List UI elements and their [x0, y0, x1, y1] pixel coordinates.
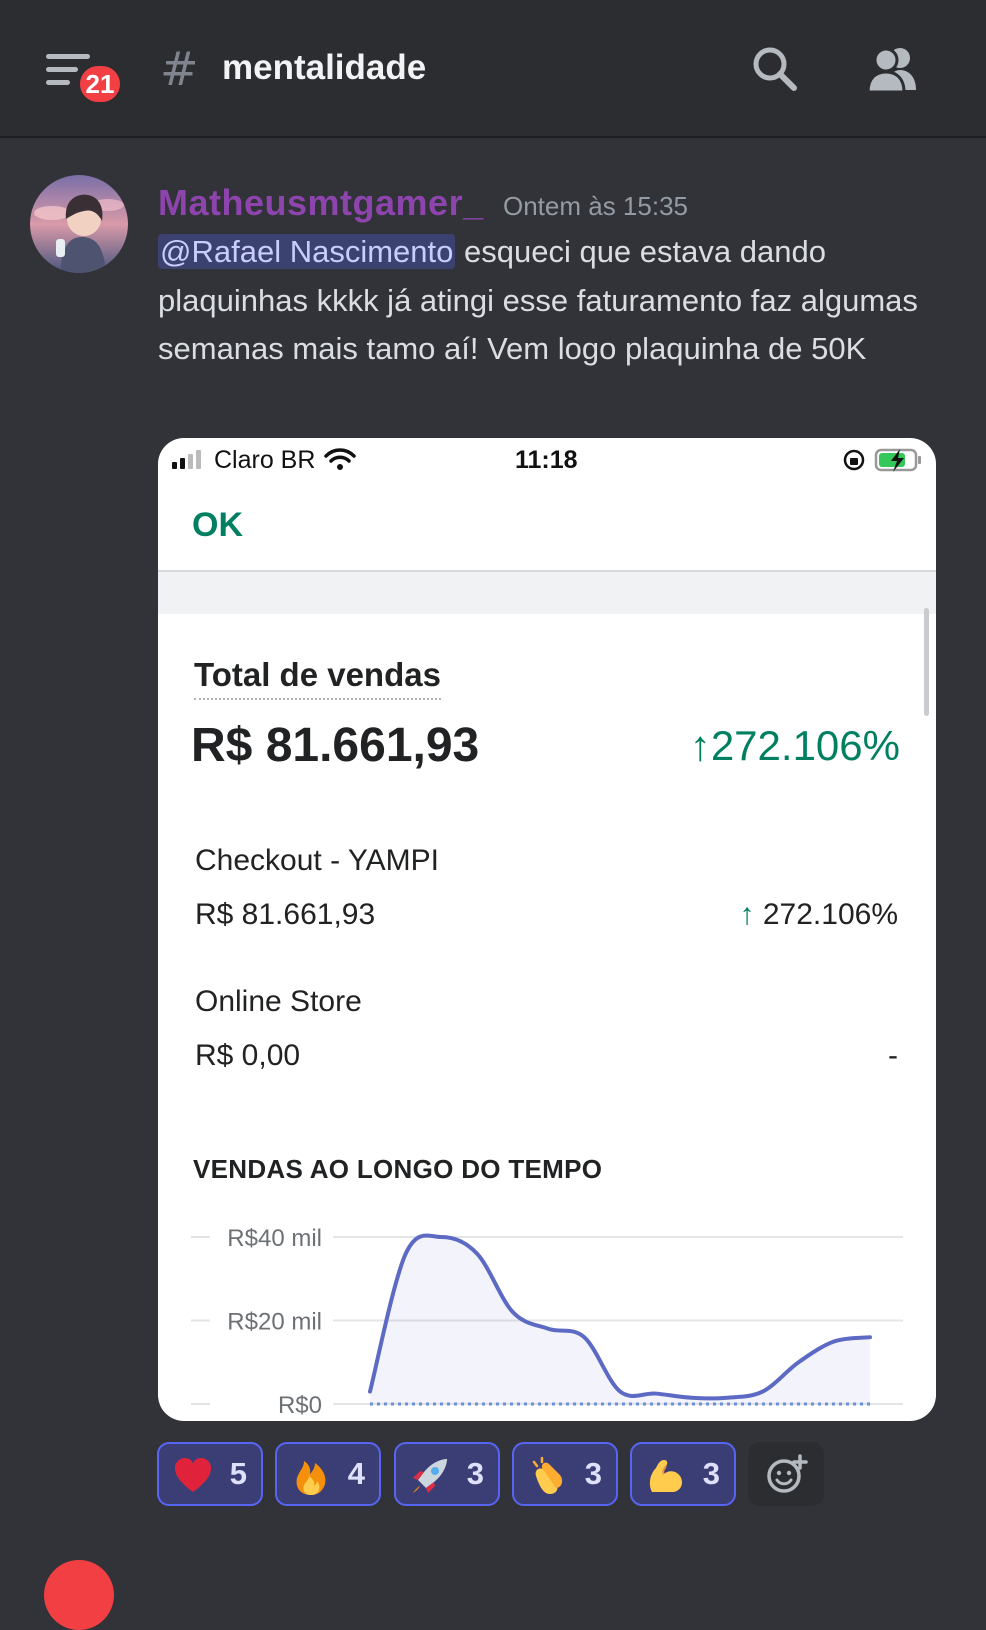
- ok-button[interactable]: OK: [192, 506, 243, 545]
- avatar[interactable]: [30, 175, 128, 273]
- reaction-count: 5: [229, 1456, 247, 1491]
- reaction-count: 3: [702, 1456, 720, 1491]
- channel-row-label: Online Store: [195, 985, 362, 1018]
- clap-icon: [532, 1456, 563, 1494]
- reaction-flexed-biceps[interactable]: 3: [630, 1442, 736, 1506]
- channel-name[interactable]: mentalidade: [222, 48, 426, 88]
- search-icon[interactable]: [750, 44, 800, 94]
- channel-hash-icon: #: [160, 42, 199, 96]
- heart-icon: [175, 1458, 211, 1492]
- notification-badge: 21: [76, 62, 124, 106]
- flexed-biceps-icon: [649, 1460, 682, 1492]
- reaction-clap[interactable]: 3: [512, 1442, 618, 1506]
- section-separator: [158, 572, 936, 614]
- add-reaction-button[interactable]: [748, 1442, 824, 1506]
- message-content: @Rafael Nascimento esqueci que estava da…: [158, 228, 948, 374]
- y-tick-label: R$0: [278, 1392, 322, 1419]
- up-arrow-icon: ↑: [689, 722, 711, 769]
- y-tick-label: R$20 mil: [227, 1309, 322, 1336]
- channel-row-label: Checkout - YAMPI: [195, 844, 439, 877]
- phone-clock: 11:18: [515, 446, 578, 474]
- reaction-rocket[interactable]: 3: [394, 1442, 500, 1506]
- reaction-heart[interactable]: 5: [157, 1442, 263, 1506]
- wifi-icon: [324, 448, 356, 470]
- sales-line-chart: R$40 mil R$20 mil R$0: [191, 1225, 903, 1419]
- rocket-icon: [413, 1459, 447, 1493]
- message-author[interactable]: Matheusmtgamer_: [158, 182, 484, 224]
- members-icon[interactable]: [864, 44, 922, 94]
- total-sales-label: Total de vendas: [194, 656, 441, 700]
- signal-icon: [172, 450, 201, 469]
- reaction-count: 3: [584, 1456, 602, 1491]
- next-message-avatar[interactable]: [44, 1560, 114, 1630]
- y-tick-label: R$40 mil: [227, 1225, 322, 1252]
- message-timestamp: Ontem às 15:35: [503, 191, 688, 221]
- battery-icon: [874, 448, 921, 472]
- total-sales-value: R$ 81.661,93: [191, 719, 480, 772]
- reaction-count: 3: [466, 1456, 484, 1491]
- row-change-value: 272.106%: [762, 898, 898, 931]
- channel-header: 21 # mentalidade: [0, 0, 986, 138]
- total-sales-change: ↑272.106%: [690, 722, 900, 770]
- channel-row-value: R$ 0,00: [195, 1039, 301, 1072]
- up-arrow-icon: ↑: [739, 898, 763, 931]
- fire-icon: [296, 1461, 326, 1495]
- carrier-name: Claro BR: [214, 446, 316, 474]
- total-change-value: 272.106%: [710, 722, 900, 769]
- channel-row-change: -: [888, 1039, 898, 1072]
- scrollbar[interactable]: [924, 608, 929, 716]
- chart-title: VENDAS AO LONGO DO TEMPO: [193, 1154, 603, 1184]
- add-reaction-icon: [767, 1454, 808, 1493]
- image-attachment[interactable]: Claro BR 11:18 OK Total de vendas R$ 81.…: [158, 438, 936, 1421]
- rotation-lock-icon: [843, 449, 865, 471]
- phone-status-bar: Claro BR 11:18: [158, 438, 936, 482]
- user-mention[interactable]: @Rafael Nascimento: [158, 234, 456, 269]
- channel-row-change: ↑ 272.106%: [740, 898, 898, 932]
- channel-row-value: R$ 81.661,93: [195, 898, 376, 931]
- reaction-fire[interactable]: 4: [275, 1442, 381, 1506]
- reaction-count: 4: [347, 1456, 365, 1491]
